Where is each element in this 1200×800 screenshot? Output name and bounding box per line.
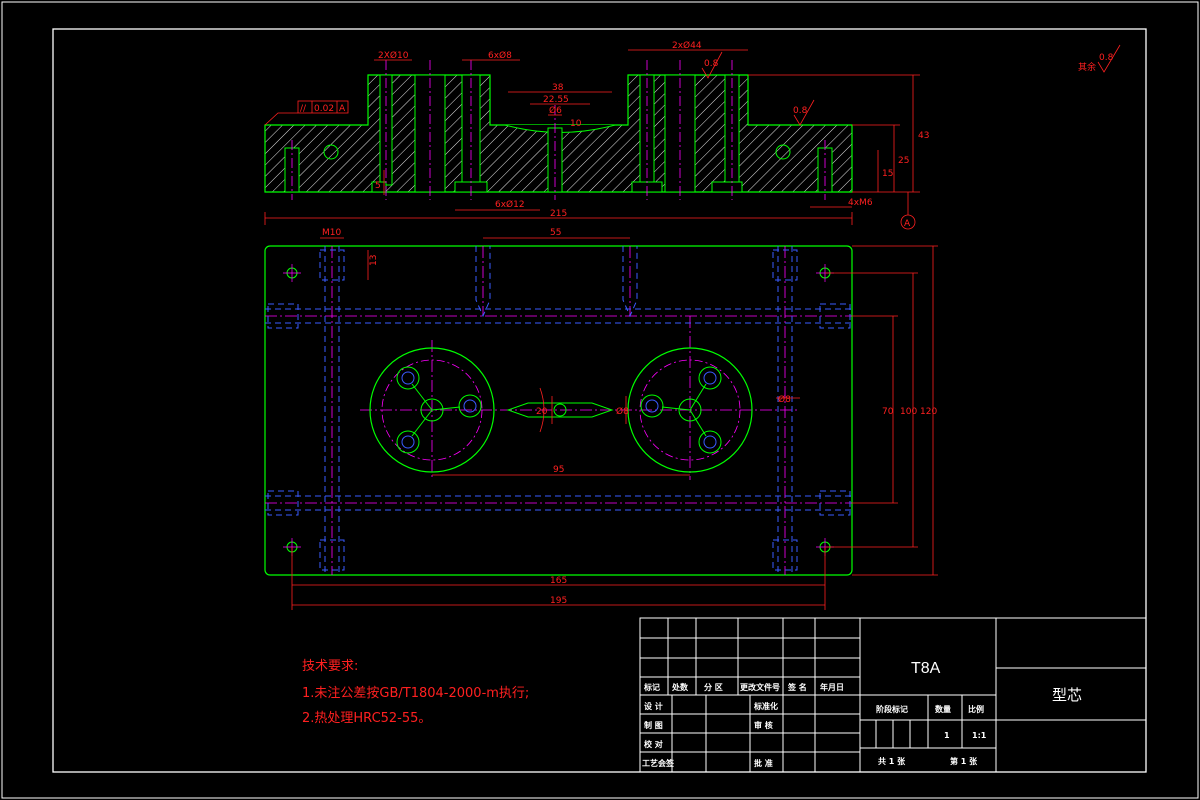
tb-sheets-total: 共 1 张 [878, 756, 906, 766]
tech-requirements: 技术要求: 1.未注公差按GB/T1804-2000-m执行; 2.热处理HRC… [302, 659, 529, 726]
dim-165: 165 [550, 576, 567, 586]
roughness-a: 0.8 [704, 59, 719, 69]
tb-scale: 比例 [968, 704, 984, 714]
dim-70: 70 [882, 407, 894, 417]
title-block: 标记 处数 分 区 更改文件号 签 名 年月日 设 计 标准化 制 图 审 核 … [639, 617, 1147, 773]
tolerance-datum: A [339, 104, 346, 114]
tb-sheet-num: 第 1 张 [950, 756, 978, 766]
dim-m10: M10 [322, 228, 341, 238]
tb-scale-value: 1:1 [972, 731, 987, 740]
tb-part-name: 型芯 [1052, 686, 1082, 704]
dim-25: 25 [898, 156, 909, 166]
tb-stage: 阶段标记 [876, 704, 908, 714]
tech-title: 技术要求: [302, 659, 358, 674]
tb-process: 工艺会签 [642, 758, 675, 768]
dim-120: 120 [920, 407, 937, 417]
dim-22-55: 22.55 [543, 95, 569, 105]
dim-8b: Ø8 [778, 394, 791, 405]
tb-draw: 制 图 [644, 720, 663, 730]
tolerance-value: 0.02 [314, 104, 334, 114]
tech-line-2: 2.热处理HRC52-55。 [302, 711, 431, 726]
dim-m6: 4xM6 [848, 198, 873, 208]
tb-header-2: 处数 [671, 682, 689, 692]
dim-100: 100 [900, 407, 917, 417]
dim-95: 95 [553, 465, 564, 475]
tb-header-3: 分 区 [704, 682, 723, 692]
section-view [264, 44, 1121, 230]
tb-design: 设 计 [644, 701, 663, 711]
dim-8a: Ø8 [616, 406, 629, 417]
dim-10-small: 10 [570, 119, 582, 129]
datum-a: A [904, 219, 911, 229]
dim-43: 43 [918, 131, 929, 141]
tb-header-1: 标记 [643, 682, 660, 692]
plan-view [264, 237, 938, 610]
tolerance-symbol: // [300, 104, 307, 114]
dim-15: 15 [882, 169, 893, 179]
outer-frame [1, 1, 1199, 799]
tb-approve: 批 准 [754, 758, 773, 768]
dim-195: 195 [550, 596, 567, 606]
tb-qty: 数量 [935, 704, 951, 714]
dim-20: 20 [536, 407, 548, 417]
dim-holes-10: 2XØ10 [378, 50, 409, 61]
tb-material: T8A [911, 660, 941, 677]
dim-55: 55 [550, 228, 561, 238]
dim-38: 38 [552, 83, 564, 93]
tb-header-4: 更改文件号 [740, 682, 780, 692]
dim-holes-12: 6xØ12 [495, 199, 525, 210]
tb-header-5: 签 名 [787, 682, 807, 692]
tb-qty-value: 1 [944, 731, 950, 740]
dim-215: 215 [550, 209, 567, 219]
tb-review: 审 核 [754, 720, 773, 730]
tb-header-6: 年月日 [820, 682, 844, 692]
dim-holes-8: 6xØ8 [488, 50, 512, 61]
plan-outline [264, 245, 853, 576]
tech-line-1: 1.未注公差按GB/T1804-2000-m执行; [302, 686, 529, 701]
cad-drawing: 2XØ10 6xØ8 2xØ44 38 22.55 Ø6 10 6xØ12 21… [1, 1, 1199, 799]
dim-holes-44: 2xØ44 [672, 40, 702, 51]
tb-check: 校 对 [644, 739, 663, 749]
roughness-main: 0.8 [1099, 53, 1114, 63]
dim-6: Ø6 [549, 105, 562, 116]
roughness-b: 0.8 [793, 106, 808, 116]
roughness-other: 其余 [1078, 61, 1096, 73]
dim-5: 5 [375, 181, 381, 191]
tb-standard: 标准化 [753, 701, 778, 711]
dim-13: 13 [369, 255, 379, 266]
